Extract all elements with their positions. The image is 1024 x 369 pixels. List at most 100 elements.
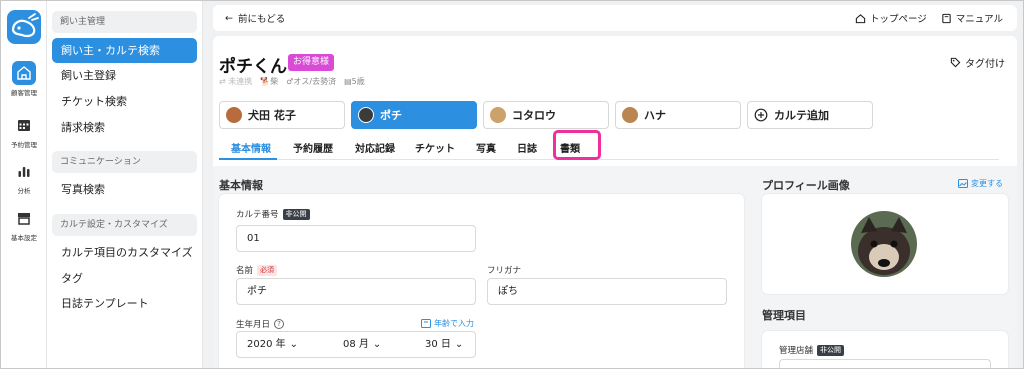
help-icon[interactable]: ? [274,319,285,329]
birthdate-label: 生年月日 ? [236,318,285,330]
name-label: 名前 必須 [236,264,278,276]
karte-content: ポチくん お得意様 タグ付け ⇄ 未連携 🐕柴 ♂オス/去勢済 ▤5歳 犬田 花… [213,36,1017,368]
tab-bar: 基本情報 予約履歴 対応記録 チケット 写真 日誌 書類 [219,130,999,160]
birthdate-selects: 2020 年 ⌄ 08 月 ⌄ 30 日 ⌄ [236,331,476,358]
rail-label: 基本設定 [11,234,37,242]
rail-item-reservations[interactable]: 予約管理 [1,113,47,149]
calendar-icon [12,113,36,137]
breed-text: 柴 [270,77,279,86]
karte-switcher: 犬田 花子 ポチ コタロウ ハナ カルテ追加 [219,101,873,129]
management-title: 管理項目 [762,309,806,322]
change-photo-link[interactable]: 変更する [958,178,1003,189]
name-input[interactable]: ポチ [236,278,476,305]
sidebar-item-diary-template[interactable]: 日誌テンプレート [52,291,197,316]
breed-info: 🐕柴 [260,77,279,86]
back-label: 前にもどる [237,14,286,25]
card-label: カルテ追加 [774,109,829,122]
card-label: 犬田 花子 [248,109,296,122]
sidebar-section-communication: コミュニケーション [52,151,197,173]
vip-badge: お得意様 [288,54,335,71]
sidebar-item-ticket-search[interactable]: チケット検索 [52,89,197,114]
pet-card-hana[interactable]: ハナ [615,101,741,129]
card-label: コタロウ [512,109,556,122]
store-label: 管理店舗 非公開 [779,344,845,356]
icon-rail: 顧客管理 予約管理 分析 基本設定 [1,1,47,368]
sidebar-item-tags[interactable]: タグ [52,266,197,291]
pet-sub-info: ⇄ 未連携 🐕柴 ♂オス/去勢済 ▤5歳 [219,76,365,87]
manual-label: マニュアル [955,14,1003,25]
sidebar-item-photo-search[interactable]: 写真検索 [52,177,197,202]
owner-card[interactable]: 犬田 花子 [219,101,345,129]
dog-house-icon [12,61,36,85]
manual-link[interactable]: マニュアル [941,11,1003,25]
book-icon [942,13,951,23]
calendar-small-icon [421,319,431,328]
store-icon [12,206,36,230]
month-value: 08 月 [343,339,369,350]
tab-tickets[interactable]: チケット [415,140,455,155]
pet-name: ポチくん [219,57,287,77]
sidebar-item-billing-search[interactable]: 請求検索 [52,115,197,140]
month-select[interactable]: 08 月 ⌄ [343,332,381,357]
image-icon [958,179,968,188]
back-link[interactable]: ← 前にもどる [225,11,286,26]
sex-text: オス/去勢済 [293,77,337,86]
card-label: ハナ [644,109,666,122]
profile-image-panel [762,194,1008,294]
profile-photo [851,211,917,277]
rail-item-customers[interactable]: 顧客管理 [1,61,47,97]
sidebar: 飼い主管理 飼い主・カルテ検索 飼い主登録 チケット検索 請求検索 コミュニケー… [47,1,203,368]
profile-image-title: プロフィール画像 [762,179,850,192]
pet-avatar [622,107,638,123]
app-logo[interactable] [7,10,41,44]
top-page-link[interactable]: トップページ [855,11,927,25]
pet-avatar [490,107,506,123]
documents-tab-highlight [553,130,601,160]
required-tag: 必須 [257,264,278,276]
furigana-label-text: フリガナ [487,266,522,276]
private-tag: 非公開 [282,208,310,220]
karte-number-label-text: カルテ番号 [236,210,279,220]
birthdate-label-text: 生年月日 [236,320,271,330]
pet-card-kotarou[interactable]: コタロウ [483,101,609,129]
home-icon [855,13,866,23]
sidebar-section-karte-settings: カルテ設定・カスタマイズ [52,214,197,236]
sidebar-item-owner-register[interactable]: 飼い主登録 [52,63,197,88]
name-label-text: 名前 [236,266,254,276]
sidebar-item-karte-customize[interactable]: カルテ項目のカスタマイズ [52,240,197,265]
top-page-label: トップページ [869,14,927,25]
rail-item-analytics[interactable]: 分析 [1,159,47,195]
bar-chart-icon [12,159,36,183]
age-text: 5歳 [351,77,365,86]
tab-support-records[interactable]: 対応記録 [355,140,395,155]
furigana-input[interactable]: ぽち [487,278,727,305]
sidebar-item-owner-karte-search[interactable]: 飼い主・カルテ検索 [52,38,197,63]
store-select[interactable] [779,359,991,368]
pet-card-pochi[interactable]: ポチ [351,101,477,129]
input-by-age-label: 年齢で入力 [434,319,474,328]
arrow-left-icon: ← [225,12,233,24]
basic-info-title: 基本情報 [219,179,263,192]
age-info: ▤5歳 [344,77,365,86]
tag-button-label: タグ付け [965,59,1005,70]
rail-item-settings[interactable]: 基本設定 [1,206,47,242]
chevron-down-icon: ⌄ [454,339,464,350]
input-by-age-link[interactable]: 年齢で入力 [421,318,474,329]
tag-button[interactable]: タグ付け [950,55,1005,70]
tab-reservation-history[interactable]: 予約履歴 [293,140,333,155]
day-select[interactable]: 30 日 ⌄ [425,332,463,357]
management-panel: 管理店舗 非公開 [762,331,1008,368]
rail-label: 予約管理 [11,141,37,149]
year-select[interactable]: 2020 年 ⌄ [247,332,298,357]
tab-photos[interactable]: 写真 [476,140,496,155]
basic-info-panel: カルテ番号 非公開 01 名前 必須 ポチ フリガナ ぽち 生年月日 ? 年齢で… [219,194,744,368]
change-photo-label: 変更する [971,179,1003,188]
pet-avatar [358,107,374,123]
link-status-text: 未連携 [228,77,253,86]
rail-label: 顧客管理 [11,89,37,97]
tab-basic-info[interactable]: 基本情報 [231,140,271,155]
karte-number-input[interactable]: 01 [236,225,476,252]
tab-diary[interactable]: 日誌 [517,140,537,155]
add-karte-button[interactable]: カルテ追加 [747,101,873,129]
top-links: トップページ マニュアル [855,11,1003,25]
